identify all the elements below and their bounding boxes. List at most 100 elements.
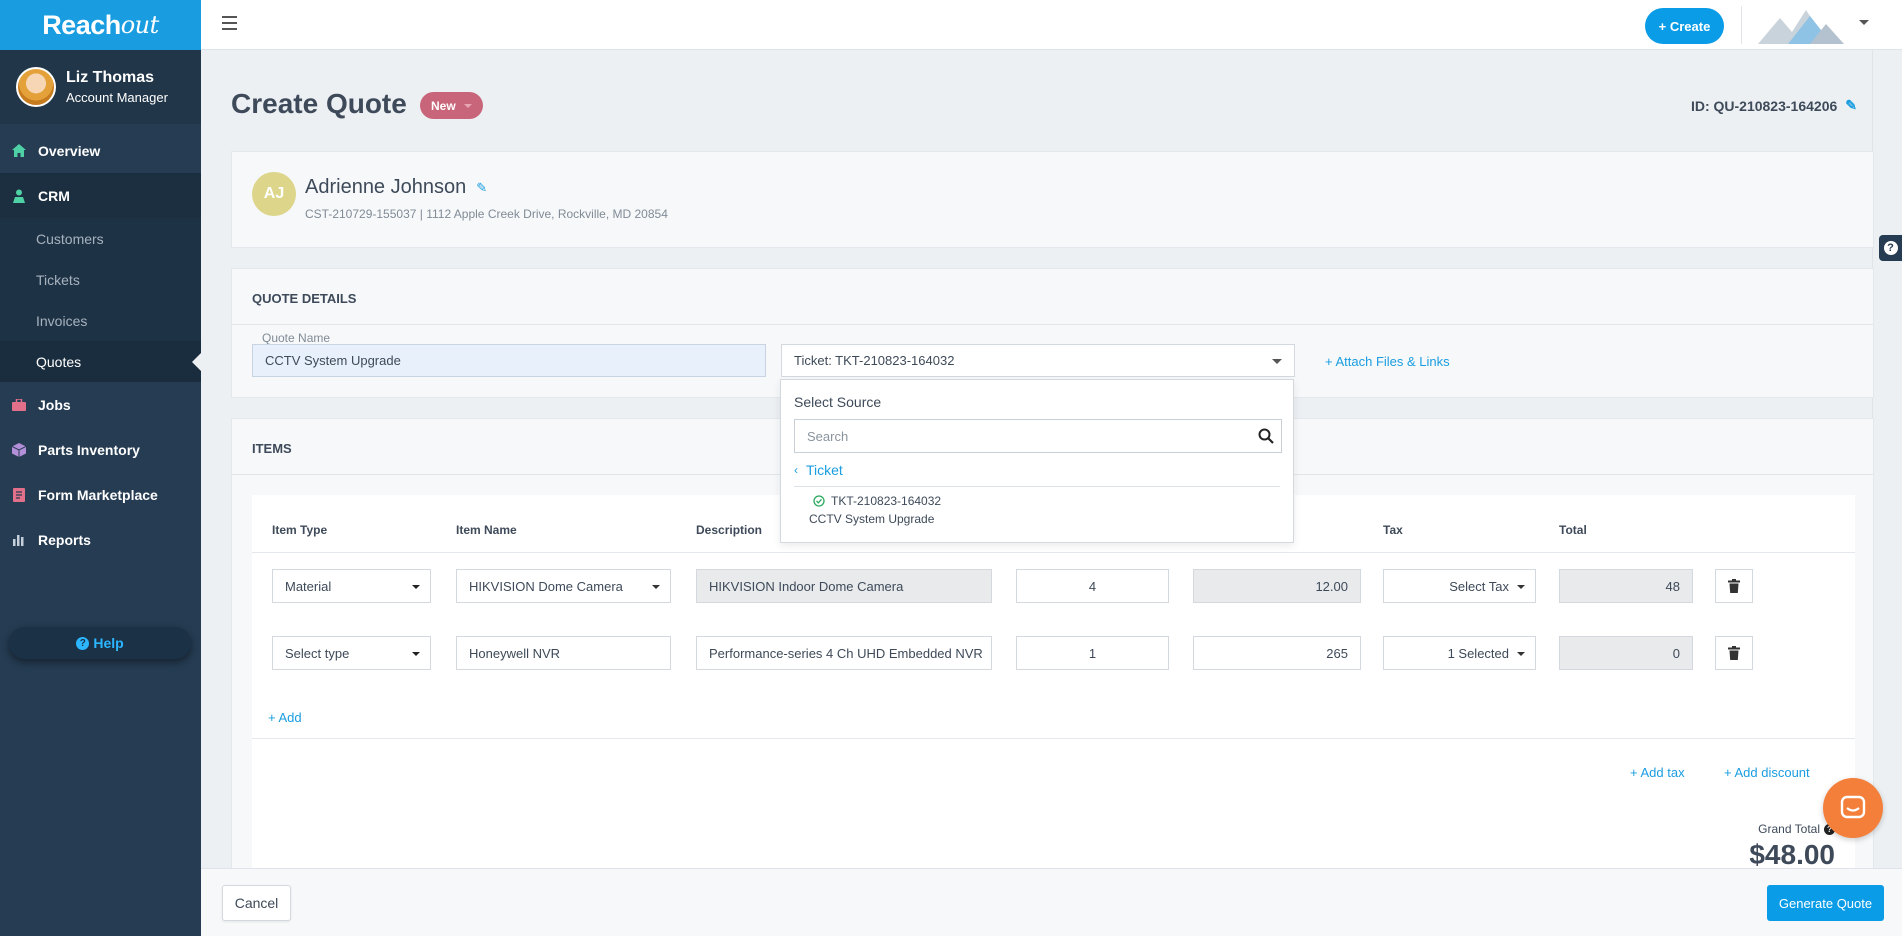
sidebar-item-quotes[interactable]: Quotes — [0, 341, 201, 382]
item-quantity-input[interactable]: 1 — [1016, 636, 1169, 670]
item-price-input[interactable]: 265 — [1193, 636, 1361, 670]
item-type-value: Material — [285, 578, 332, 594]
sidebar-item-customers[interactable]: Customers — [0, 218, 201, 259]
bar-chart-icon — [12, 533, 26, 547]
chevron-left-icon: ‹ — [794, 463, 798, 477]
ticket-source-select[interactable]: Ticket: TKT-210823-164032 — [781, 344, 1295, 377]
chat-icon[interactable] — [1823, 778, 1883, 838]
user-profile[interactable]: Liz Thomas Account Manager — [0, 50, 201, 124]
attach-files-link[interactable]: + Attach Files & Links — [1325, 354, 1450, 369]
app-logo[interactable]: Reach out — [0, 0, 201, 50]
sidebar-item-tickets[interactable]: Tickets — [0, 259, 201, 300]
topbar: + Create — [201, 0, 1902, 50]
item-tax-select[interactable]: 1 Selected — [1383, 636, 1536, 670]
chevron-down-icon — [1272, 359, 1282, 364]
item-total-field: 0 — [1559, 636, 1693, 670]
cancel-button[interactable]: Cancel — [222, 885, 291, 921]
item-type-select[interactable]: Material — [272, 569, 431, 603]
source-back-label: Ticket — [806, 462, 843, 478]
account-menu-chevron-icon[interactable] — [1859, 20, 1869, 25]
item-description-input[interactable]: Performance-series 4 Ch UHD Embedded NVR — [696, 636, 992, 670]
menu-toggle-icon[interactable] — [222, 16, 237, 30]
sidebar-item-label: Parts Inventory — [38, 441, 140, 458]
divider — [1741, 6, 1742, 44]
sidebar-item-parts-inventory[interactable]: Parts Inventory — [0, 427, 201, 472]
search-icon[interactable] — [1258, 428, 1274, 444]
sidebar-item-jobs[interactable]: Jobs — [0, 382, 201, 427]
pencil-icon[interactable]: ✎ — [1845, 97, 1857, 114]
side-help-tab[interactable]: ? — [1879, 235, 1902, 261]
briefcase-icon — [12, 398, 26, 412]
source-option-id: TKT-210823-164032 — [831, 494, 942, 508]
divider — [252, 738, 1855, 739]
item-price-field: 12.00 — [1193, 569, 1361, 603]
item-description-field: HIKVISION Indoor Dome Camera — [696, 569, 992, 603]
grand-total-label: Grand Total ? — [1758, 822, 1835, 836]
form-icon — [12, 487, 26, 502]
item-name-select[interactable]: HIKVISION Dome Camera — [456, 569, 671, 603]
help-button[interactable]: ? Help — [9, 627, 191, 659]
pencil-icon[interactable]: ✎ — [476, 180, 487, 196]
trash-icon[interactable] — [1715, 569, 1753, 603]
generate-quote-button[interactable]: Generate Quote — [1767, 885, 1884, 921]
column-header-tax: Tax — [1383, 523, 1403, 537]
sidebar-item-label: Jobs — [38, 396, 71, 413]
sidebar-item-invoices[interactable]: Invoices — [0, 300, 201, 341]
chevron-down-icon — [652, 585, 660, 589]
sidebar-item-label: Reports — [38, 531, 91, 548]
chevron-down-icon — [463, 103, 472, 108]
sidebar-item-crm[interactable]: CRM — [0, 173, 201, 218]
source-search-input[interactable] — [794, 419, 1282, 453]
chevron-down-icon — [1517, 585, 1525, 589]
item-name-input[interactable]: Honeywell NVR — [456, 636, 671, 670]
page-title: Create Quote — [231, 88, 407, 119]
item-type-select[interactable]: Select type — [272, 636, 431, 670]
ticket-select-value: Ticket: TKT-210823-164032 — [794, 353, 955, 368]
customer-card: AJ Adrienne Johnson ✎ CST-210729-155037 … — [231, 151, 1874, 248]
add-discount-link[interactable]: + Add discount — [1724, 765, 1810, 780]
status-badge[interactable]: New — [420, 92, 483, 119]
source-option-name: CCTV System Upgrade — [809, 512, 935, 526]
avatar — [16, 67, 56, 107]
user-name: Liz Thomas — [66, 69, 155, 86]
sidebar-item-label: CRM — [38, 187, 70, 204]
divider — [794, 486, 1280, 487]
chevron-down-icon — [412, 652, 420, 656]
column-header-item-type: Item Type — [272, 523, 328, 537]
user-role: Account Manager — [66, 90, 168, 105]
question-circle-icon: ? — [76, 636, 90, 650]
create-button[interactable]: + Create — [1645, 8, 1724, 44]
column-header-total: Total — [1559, 523, 1587, 537]
item-type-value: Select type — [285, 645, 350, 661]
sidebar-item-form-marketplace[interactable]: Form Marketplace — [0, 472, 201, 517]
sidebar: Reach out Liz Thomas Account Manager Over… — [0, 0, 201, 936]
column-header-item-name: Item Name — [456, 523, 517, 537]
customer-meta: CST-210729-155037 | 1112 Apple Creek Dri… — [305, 207, 668, 221]
section-title: ITEMS — [252, 441, 292, 456]
add-tax-link[interactable]: + Add tax — [1630, 765, 1685, 780]
item-quantity-input[interactable]: 4 — [1016, 569, 1169, 603]
source-back-link[interactable]: ‹ Ticket — [794, 462, 843, 478]
add-item-link[interactable]: + Add — [268, 710, 302, 725]
chevron-down-icon — [412, 585, 420, 589]
sidebar-item-reports[interactable]: Reports — [0, 517, 201, 562]
item-tax-select[interactable]: Select Tax — [1383, 569, 1536, 603]
crm-icon — [12, 189, 26, 203]
quote-name-label: Quote Name — [262, 331, 331, 345]
sidebar-item-label: Overview — [38, 142, 101, 159]
divider — [252, 552, 1855, 553]
company-logo[interactable] — [1758, 6, 1844, 44]
source-option[interactable]: TKT-210823-164032 CCTV System Upgrade — [809, 494, 941, 526]
sidebar-item-overview[interactable]: Overview — [0, 128, 201, 173]
quote-name-input[interactable] — [252, 344, 766, 377]
box-icon — [12, 442, 26, 457]
grand-total-value: $48.00 — [1749, 839, 1835, 870]
select-source-menu: Select Source ‹ Ticket TKT-210823-164032… — [780, 379, 1294, 543]
item-name-value: HIKVISION Dome Camera — [469, 578, 623, 594]
home-icon — [12, 144, 26, 158]
brand-name: Reach — [42, 9, 121, 40]
section-title: QUOTE DETAILS — [252, 291, 357, 306]
grand-total-text: Grand Total — [1758, 822, 1820, 836]
trash-icon[interactable] — [1715, 636, 1753, 670]
menu-title: Select Source — [794, 394, 882, 410]
